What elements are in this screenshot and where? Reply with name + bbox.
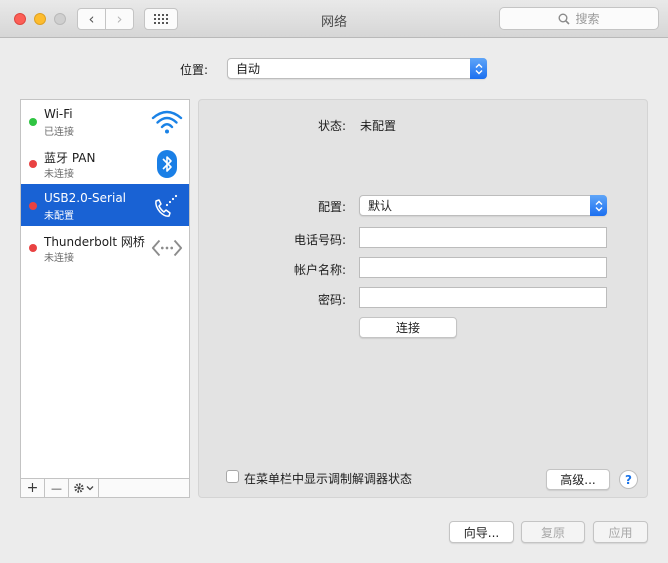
service-name: USB2.0-Serial <box>44 191 127 205</box>
advanced-button[interactable]: 高级... <box>546 469 610 490</box>
popup-arrows-icon <box>590 195 607 216</box>
password-label: 密码: <box>317 293 346 307</box>
search-placeholder: 搜索 <box>575 12 600 26</box>
assist-me-button[interactable]: 向导... <box>449 521 514 543</box>
apply-button[interactable]: 应用 <box>593 521 648 543</box>
service-name: Wi-Fi <box>44 107 73 121</box>
service-status: 未连接 <box>44 169 74 180</box>
account-name-label: 帐户名称: <box>293 263 346 277</box>
sidebar-toolbar: + — <box>21 478 189 497</box>
phone-modem-icon <box>151 191 183 221</box>
service-name: 蓝牙 PAN <box>44 151 96 165</box>
wifi-icon <box>151 107 183 137</box>
phone-number-label: 电话号码: <box>293 233 346 247</box>
location-value: 自动 <box>236 62 261 76</box>
status-label: 状态: <box>317 119 346 133</box>
add-service-button[interactable]: + <box>21 479 45 497</box>
bluetooth-icon <box>151 149 183 179</box>
config-label: 配置: <box>317 200 346 214</box>
status-value: 未配置 <box>360 119 397 133</box>
help-button[interactable]: ? <box>619 470 638 489</box>
service-status: 未配置 <box>44 211 74 222</box>
service-status: 未连接 <box>44 253 74 264</box>
password-field[interactable] <box>359 287 607 308</box>
service-item-thunderbolt-bridge[interactable]: Thunderbolt 网桥 未连接 <box>21 226 189 268</box>
location-label: 位置: <box>180 63 209 77</box>
search-input[interactable]: 搜索 <box>499 7 659 30</box>
show-modem-status-checkbox[interactable] <box>226 470 239 483</box>
location-select[interactable]: 自动 <box>227 58 487 79</box>
service-name: Thunderbolt 网桥 <box>44 235 145 249</box>
revert-button[interactable]: 复原 <box>521 521 585 543</box>
service-item-usb-serial[interactable]: USB2.0-Serial 未配置 <box>21 184 189 226</box>
status-dot <box>29 202 37 210</box>
remove-service-button[interactable]: — <box>45 479 69 497</box>
config-select[interactable]: 默认 <box>359 195 607 216</box>
search-icon <box>558 13 571 25</box>
service-status: 已连接 <box>44 127 74 138</box>
service-item-wifi[interactable]: Wi-Fi 已连接 <box>21 100 189 142</box>
service-list: Wi-Fi 已连接 蓝牙 PAN 未连接 USB2.0-Serial 未配置 T… <box>20 99 190 498</box>
bridge-arrows-icon <box>151 233 183 263</box>
action-menu-button[interactable] <box>69 479 99 497</box>
service-item-bluetooth-pan[interactable]: 蓝牙 PAN 未连接 <box>21 142 189 184</box>
status-dot <box>29 244 37 252</box>
phone-number-field[interactable] <box>359 227 607 248</box>
show-modem-status-label: 在菜单栏中显示调制解调器状态 <box>244 472 413 486</box>
account-name-field[interactable] <box>359 257 607 278</box>
status-dot <box>29 118 37 126</box>
title-bar: ‹ › 网络 搜索 <box>0 0 668 38</box>
popup-arrows-icon <box>470 58 487 79</box>
config-value: 默认 <box>368 199 393 213</box>
connect-button[interactable]: 连接 <box>359 317 457 338</box>
status-dot <box>29 160 37 168</box>
gear-icon <box>73 483 93 493</box>
